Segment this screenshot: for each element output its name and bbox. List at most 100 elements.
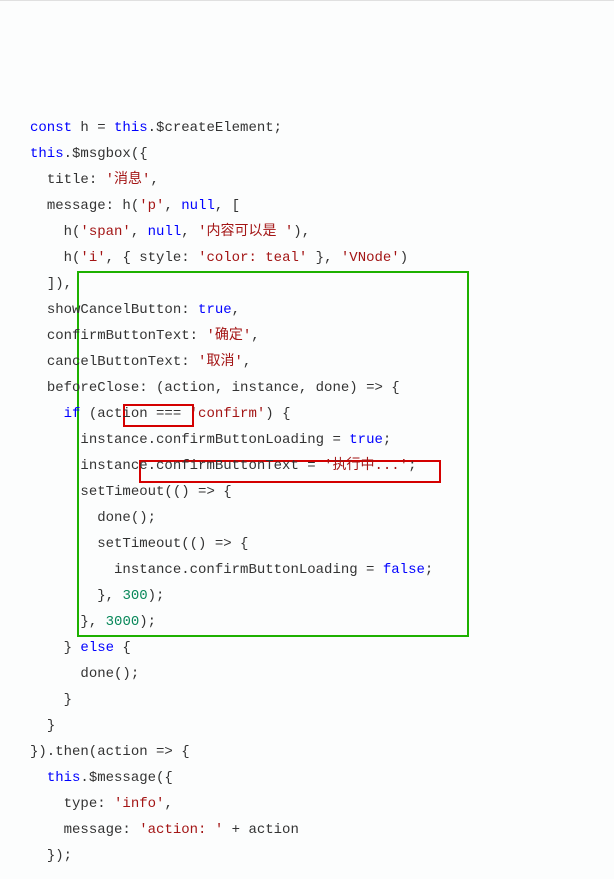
code-token: message: h(: [47, 198, 139, 214]
code-token: setTimeout(() => {: [80, 484, 231, 500]
code-token: showCancelButton:: [47, 302, 198, 318]
code-token: {: [114, 640, 131, 656]
code-line: done();: [30, 661, 614, 687]
code-token: message:: [64, 822, 140, 838]
code-token: ) {: [265, 406, 290, 422]
code-token: ]),: [47, 276, 72, 292]
code-line: } else {: [30, 635, 614, 661]
code-token: 3000: [106, 614, 140, 630]
code-line: if (action === 'confirm') {: [30, 401, 614, 427]
code-token: 'action: ': [139, 822, 223, 838]
code-line: ]),: [30, 271, 614, 297]
code-line: this.$message({: [30, 765, 614, 791]
code-token: '内容可以是 ': [198, 224, 293, 240]
code-line: cancelButtonText: '取消',: [30, 349, 614, 375]
code-line: this.$msgbox({: [30, 141, 614, 167]
code-token: }: [64, 640, 81, 656]
code-line: const h = this.$createElement;: [30, 115, 614, 141]
code-line: }).then(action => {: [30, 739, 614, 765]
code-token: 'p': [139, 198, 164, 214]
code-token: );: [148, 588, 165, 604]
code-token: , { style:: [106, 250, 198, 266]
code-token: }).then(action => {: [30, 744, 190, 760]
code-line: });: [30, 843, 614, 869]
code-token: true: [349, 432, 383, 448]
code-token: title:: [47, 172, 106, 188]
code-token: ),: [293, 224, 310, 240]
code-token: null: [181, 198, 215, 214]
code-token: (action ===: [80, 406, 189, 422]
code-token: instance.confirmButtonText =: [80, 458, 324, 474]
code-token: + action: [223, 822, 299, 838]
code-token: '取消': [198, 354, 243, 370]
code-line: instance.confirmButtonLoading = true;: [30, 427, 614, 453]
code-token: }: [47, 718, 55, 734]
code-token: 'color: teal': [198, 250, 307, 266]
code-token: ;: [383, 432, 391, 448]
code-token: h =: [72, 120, 114, 136]
code-token: setTimeout(() => {: [97, 536, 248, 552]
code-token: ,: [164, 198, 181, 214]
code-token: this: [114, 120, 148, 136]
code-line: title: '消息',: [30, 167, 614, 193]
code-token: else: [80, 640, 114, 656]
code-line: instance.confirmButtonLoading = false;: [30, 557, 614, 583]
code-token: ,: [251, 328, 259, 344]
code-token: .$createElement;: [148, 120, 282, 136]
code-token: confirmButtonText:: [47, 328, 207, 344]
code-token: 'VNode': [341, 250, 400, 266]
code-block: const h = this.$createElement;this.$msgb…: [30, 11, 614, 869]
code-token: type:: [64, 796, 114, 812]
code-line: message: 'action: ' + action: [30, 817, 614, 843]
code-token: done();: [80, 666, 139, 682]
code-token: false: [383, 562, 425, 578]
code-token: instance.confirmButtonLoading =: [114, 562, 383, 578]
code-token: ;: [408, 458, 416, 474]
code-line: }: [30, 713, 614, 739]
code-token: ,: [131, 224, 148, 240]
code-line: }: [30, 687, 614, 713]
code-token: }: [64, 692, 72, 708]
code-line: }, 300);: [30, 583, 614, 609]
code-token: },: [307, 250, 341, 266]
code-token: this: [47, 770, 81, 786]
code-token: h(: [64, 250, 81, 266]
code-token: null: [148, 224, 182, 240]
code-token: '确定': [206, 328, 251, 344]
code-token: });: [47, 848, 72, 864]
code-token: h(: [64, 224, 81, 240]
code-token: .$message({: [80, 770, 172, 786]
code-token: .$msgbox({: [64, 146, 148, 162]
code-line: }, 3000);: [30, 609, 614, 635]
code-token: },: [97, 588, 122, 604]
code-token: true: [198, 302, 232, 318]
code-token: ): [400, 250, 408, 266]
code-line: showCancelButton: true,: [30, 297, 614, 323]
code-line: message: h('p', null, [: [30, 193, 614, 219]
code-line: beforeClose: (action, instance, done) =>…: [30, 375, 614, 401]
code-token: 'span': [80, 224, 130, 240]
code-token: ,: [232, 302, 240, 318]
code-token: 'i': [80, 250, 105, 266]
code-token: '消息': [106, 172, 151, 188]
code-token: ,: [243, 354, 251, 370]
code-line: done();: [30, 505, 614, 531]
code-token: beforeClose: (action, instance, done) =>…: [47, 380, 400, 396]
code-token: cancelButtonText:: [47, 354, 198, 370]
code-token: if: [64, 406, 81, 422]
code-token: , [: [215, 198, 240, 214]
code-token: ,: [181, 224, 198, 240]
code-token: },: [80, 614, 105, 630]
code-token: this: [30, 146, 64, 162]
code-token: instance.confirmButtonLoading =: [80, 432, 349, 448]
code-token: 300: [122, 588, 147, 604]
code-line: confirmButtonText: '确定',: [30, 323, 614, 349]
code-token: ,: [164, 796, 172, 812]
code-line: setTimeout(() => {: [30, 531, 614, 557]
code-line: instance.confirmButtonText = '执行中...';: [30, 453, 614, 479]
code-token: 'confirm': [190, 406, 266, 422]
code-token: 'info': [114, 796, 164, 812]
code-token: '执行中...': [324, 458, 408, 474]
code-line: h('span', null, '内容可以是 '),: [30, 219, 614, 245]
code-token: );: [139, 614, 156, 630]
